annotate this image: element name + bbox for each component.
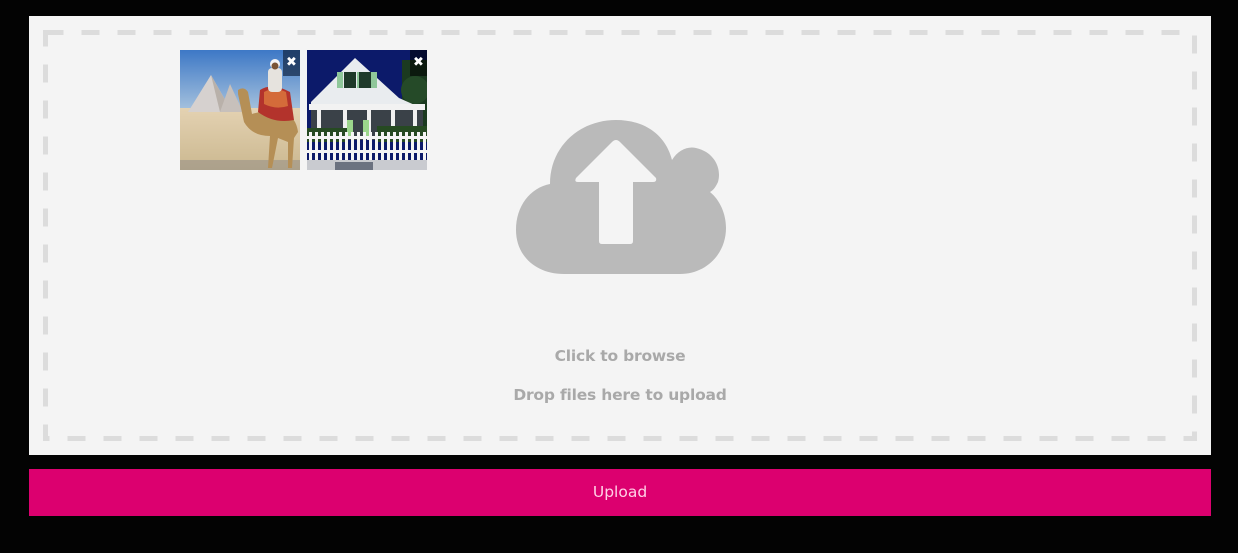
drop-files-hint: Drop files here to upload (513, 386, 727, 404)
file-preview-thumbnail: ✖ (180, 50, 300, 170)
file-dropzone[interactable]: ✖ ✖ Click to browse Drop files here to u… (29, 16, 1211, 455)
white-house-photo (307, 50, 427, 170)
remove-file-button[interactable]: ✖ (283, 50, 300, 76)
camel-pyramids-photo (180, 50, 300, 170)
upload-button[interactable]: Upload (29, 469, 1211, 516)
cloud-upload-icon (516, 120, 726, 274)
click-to-browse-text[interactable]: Click to browse (29, 347, 1211, 365)
remove-file-button[interactable]: ✖ (410, 50, 427, 76)
file-preview-thumbnail: ✖ (307, 50, 427, 170)
close-icon: ✖ (413, 55, 424, 70)
close-icon: ✖ (286, 55, 297, 70)
